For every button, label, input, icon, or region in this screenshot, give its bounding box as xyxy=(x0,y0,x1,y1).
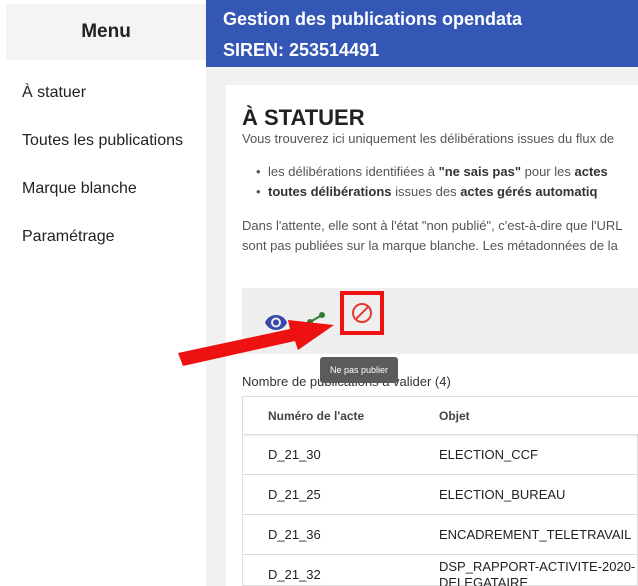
sidebar-item-a-statuer[interactable]: À statuer xyxy=(22,84,86,102)
bullet-dot: • xyxy=(256,164,261,179)
action-toolbar xyxy=(242,288,638,354)
bullet-dot: • xyxy=(256,184,261,199)
intro-text: Vous trouverez ici uniquement les délibé… xyxy=(242,131,615,146)
sidebar-item-marque-blanche[interactable]: Marque blanche xyxy=(22,180,137,198)
bullet-item: • toutes délibérations issues des actes g… xyxy=(256,184,598,199)
eye-icon[interactable] xyxy=(264,310,288,334)
cell-objet: ELECTION_BUREAU xyxy=(439,487,566,502)
main-area: À STATUER Vous trouverez ici uniquement … xyxy=(206,67,638,586)
sidebar: Menu À statuer Toutes les publications M… xyxy=(0,0,206,586)
bullet-item: • les délibérations identifiées à "ne sai… xyxy=(256,164,608,179)
table-row[interactable]: D_21_32 DSP_RAPPORT-ACTIVITE-2020- DELEG… xyxy=(243,555,638,586)
siren-label: SIREN: 253514491 xyxy=(223,40,380,60)
table-row[interactable]: D_21_36 ENCADREMENT_TELETRAVAIL xyxy=(243,515,638,555)
cell-objet: ELECTION_CCF xyxy=(439,447,538,462)
cell-objet-line1: DSP_RAPPORT-ACTIVITE-2020- xyxy=(439,559,636,574)
sidebar-item-toutes-publications[interactable]: Toutes les publications xyxy=(22,132,183,150)
share-icon[interactable] xyxy=(304,310,328,334)
cell-objet-line2: DELEGATAIRE xyxy=(439,575,529,586)
menu-title: Menu xyxy=(6,4,206,60)
cell-numero: D_21_32 xyxy=(268,567,321,582)
table-row[interactable]: D_21_25 ELECTION_BUREAU xyxy=(243,475,638,515)
column-header-objet[interactable]: Objet xyxy=(439,409,470,423)
cell-numero: D_21_25 xyxy=(268,487,321,502)
table-row[interactable]: D_21_30 ELECTION_CCF xyxy=(243,435,638,475)
column-header-numero[interactable]: Numéro de l'acte xyxy=(268,409,364,423)
cell-objet: ENCADREMENT_TELETRAVAIL xyxy=(439,527,632,542)
cell-numero: D_21_30 xyxy=(268,447,321,462)
app-title: Gestion des publications opendata xyxy=(223,9,523,29)
info-paragraph-line2: sont pas publiées sur la marque blanche.… xyxy=(242,238,618,253)
publications-table: Numéro de l'acte Objet D_21_30 ELECTION_… xyxy=(242,396,638,586)
block-icon[interactable] xyxy=(350,301,374,325)
content-card: À STATUER Vous trouverez ici uniquement … xyxy=(226,85,638,586)
info-paragraph-line1: Dans l'attente, elle sont à l'état "non … xyxy=(242,218,623,233)
page-title: À STATUER xyxy=(242,105,365,130)
top-header: Gestion des publications opendata SIREN:… xyxy=(206,0,638,67)
tooltip: Ne pas publier xyxy=(320,357,398,383)
sidebar-item-parametrage[interactable]: Paramétrage xyxy=(22,228,115,246)
cell-numero: D_21_36 xyxy=(268,527,321,542)
table-header: Numéro de l'acte Objet xyxy=(243,397,638,435)
